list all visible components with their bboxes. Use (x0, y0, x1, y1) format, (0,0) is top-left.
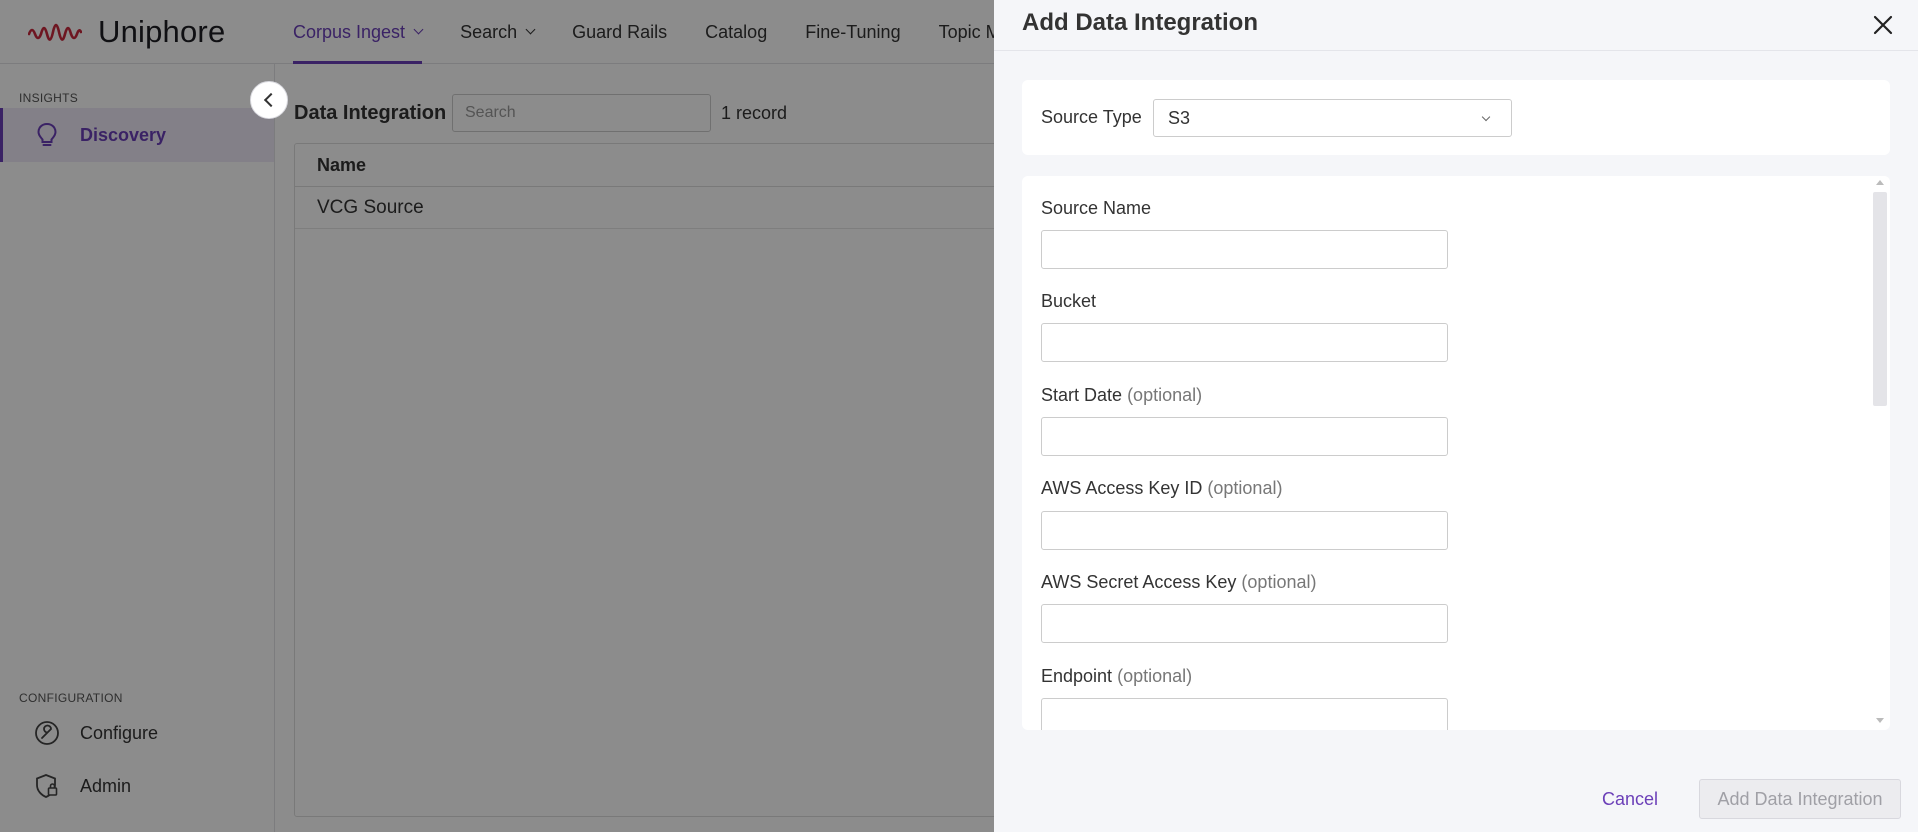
source-type-value: S3 (1168, 107, 1191, 128)
close-icon (1873, 15, 1893, 35)
aws-access-key-id-label: AWS Access Key ID (optional) (1041, 478, 1282, 499)
cancel-button[interactable]: Cancel (1585, 779, 1675, 819)
start-date-label: Start Date (optional) (1041, 385, 1202, 406)
optional-tag: (optional) (1207, 478, 1283, 498)
drawer-header: Add Data Integration (994, 0, 1918, 51)
optional-tag: (optional) (1117, 666, 1193, 686)
endpoint-label: Endpoint (optional) (1041, 666, 1192, 687)
field-label-text: Start Date (1041, 385, 1123, 405)
start-date-field[interactable] (1041, 417, 1448, 456)
scroll-up-arrow-icon[interactable] (1876, 180, 1884, 185)
add-data-integration-drawer: Add Data Integration Source Type S3 Sour… (994, 0, 1918, 832)
sidebar-collapse-button[interactable] (250, 81, 288, 119)
close-button[interactable] (1868, 10, 1898, 40)
source-name-label: Source Name (1041, 198, 1151, 219)
bucket-field[interactable] (1041, 323, 1448, 362)
field-label-text: Endpoint (1041, 666, 1113, 686)
aws-access-key-id-field[interactable] (1041, 511, 1448, 550)
bucket-label: Bucket (1041, 291, 1096, 312)
scroll-down-arrow-icon[interactable] (1876, 718, 1884, 723)
field-label-text: Bucket (1041, 291, 1097, 311)
form-scrollbar[interactable] (1870, 176, 1890, 730)
integration-form: Source Name Bucket Start Date (optional)… (1022, 176, 1890, 730)
source-type-select[interactable]: S3 (1153, 99, 1512, 137)
aws-secret-access-key-field[interactable] (1041, 604, 1448, 643)
source-type-label: Source Type (1041, 107, 1142, 127)
field-label-text: AWS Access Key ID (1041, 478, 1203, 498)
modal-backdrop[interactable] (0, 0, 994, 832)
field-label-text: AWS Secret Access Key (1041, 572, 1237, 592)
add-data-integration-button[interactable]: Add Data Integration (1699, 779, 1901, 819)
aws-secret-access-key-label: AWS Secret Access Key (optional) (1041, 572, 1316, 593)
source-name-field[interactable] (1041, 230, 1448, 269)
drawer-title: Add Data Integration (1022, 9, 1259, 36)
scrollbar-thumb[interactable] (1873, 192, 1887, 406)
source-type-card: Source Type S3 (1022, 80, 1890, 155)
endpoint-field[interactable] (1041, 698, 1448, 730)
field-label-text: Source Name (1041, 198, 1152, 218)
optional-tag: (optional) (1241, 572, 1317, 592)
optional-tag: (optional) (1127, 385, 1203, 405)
chevron-down-icon (1481, 112, 1491, 122)
chevron-left-icon (263, 92, 279, 108)
